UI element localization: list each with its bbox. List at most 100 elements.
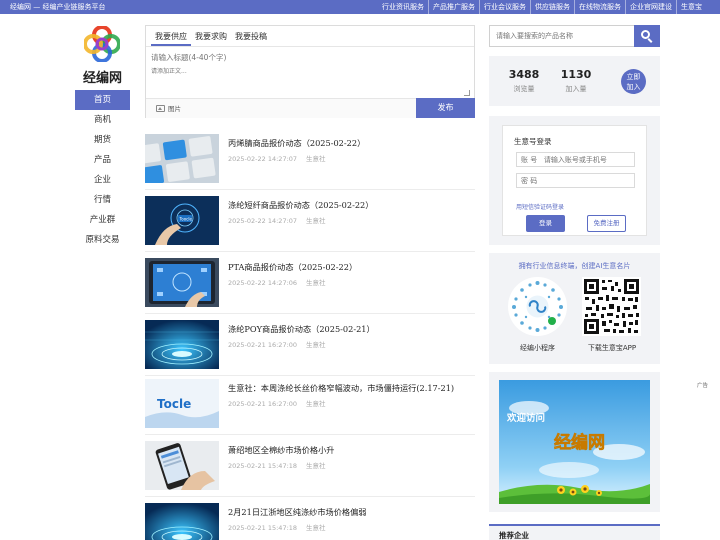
login-panel: 生意号登录 用短信验证码登录 登录 免费注册 [489, 116, 660, 245]
app-qr-code-icon [582, 277, 641, 336]
recommended-title: 推荐企业 [499, 531, 529, 540]
thumb-text: Tocle [157, 397, 191, 411]
news-thumbnail[interactable] [145, 320, 219, 369]
tab-purchase[interactable]: 我要求购 [191, 26, 231, 46]
news-thumbnail[interactable]: Toocle [145, 196, 219, 245]
news-meta: 2025-02-21 15:47:18 生意社 [228, 522, 326, 532]
news-title[interactable]: PTA商品报价动态（2025-02-22） [228, 261, 357, 273]
resize-grip-icon[interactable] [464, 90, 470, 96]
news-date: 2025-02-22 14:27:07 [228, 217, 298, 225]
news-thumbnail[interactable] [145, 441, 219, 490]
phone-in-hand-image-icon [145, 441, 219, 490]
keyboard-image-icon [145, 134, 219, 183]
top-bar: 经编网 — 经编产业链服务平台 行业资讯服务 产品推广服务 行业会议服务 供应链… [0, 0, 720, 14]
news-meta: 2025-02-21 16:27:00 生意社 [228, 398, 326, 408]
news-item[interactable]: 涤纶POY商品报价动态（2025-02-21） 2025-02-21 16:27… [145, 320, 475, 376]
top-link-industry-news[interactable]: 行业资讯服务 [378, 0, 428, 14]
sms-login-link[interactable]: 用短信验证码登录 [516, 202, 564, 211]
toocle-image-icon: Tocle [145, 379, 219, 428]
news-title[interactable]: 萧绍地区全棉纱市场价格小升 [228, 444, 334, 456]
news-item[interactable]: 萧绍地区全棉纱市场价格小升 2025-02-21 15:47:18 生意社 [145, 441, 475, 497]
news-date: 2025-02-21 15:47:18 [228, 462, 298, 470]
top-link-shengyibao[interactable]: 生意宝 [676, 0, 706, 14]
joined-label: 加入量 [565, 85, 587, 93]
news-thumbnail[interactable] [145, 503, 219, 540]
news-item[interactable]: 2月21日江浙地区纯涤纱市场价格偏弱 2025-02-21 15:47:18 生意… [145, 503, 475, 540]
news-source: 生意社 [306, 155, 326, 163]
nav-item-raw-material[interactable]: 原料交易 [75, 230, 130, 250]
welcome-banner-image-icon: 欢迎访问 经编网 [499, 380, 650, 504]
ad-welcome-text: 欢迎访问 [506, 412, 545, 424]
top-link-logistics[interactable]: 在线物流服务 [574, 0, 625, 14]
top-link-product-promo[interactable]: 产品推广服务 [428, 0, 479, 14]
post-content-textarea[interactable] [151, 66, 469, 96]
join-now-button[interactable]: 立即 加入 [621, 69, 646, 94]
tab-contribute[interactable]: 我要投稿 [231, 26, 271, 46]
post-title-input[interactable] [151, 51, 451, 63]
nav-item-companies[interactable]: 企业 [75, 170, 130, 190]
publish-button[interactable]: 发布 [416, 98, 475, 118]
tablet-image-icon [145, 258, 219, 307]
join-line2: 加入 [626, 82, 641, 91]
news-title[interactable]: 2月21日江浙地区纯涤纱市场价格偏弱 [228, 506, 366, 518]
thumb-text: Toocle [179, 217, 193, 222]
news-title[interactable]: 涤纶POY商品报价动态（2025-02-21） [228, 323, 375, 335]
top-link-conference[interactable]: 行业会议服务 [479, 0, 530, 14]
news-date: 2025-02-21 16:27:00 [228, 400, 298, 408]
left-nav: 首页 商机 期货 产品 企业 行情 产业群 原料交易 [75, 90, 130, 250]
news-source: 生意社 [306, 279, 326, 287]
news-thumbnail[interactable] [145, 134, 219, 183]
news-item[interactable]: Tocle 生意社：本周涤纶长丝价格窄幅波动，市场僵持运行(2.17-21) 2… [145, 379, 475, 435]
recommended-companies: 推荐企业 [489, 524, 660, 540]
product-search [489, 25, 660, 47]
news-source: 生意社 [306, 400, 326, 408]
news-thumbnail[interactable]: Tocle [145, 379, 219, 428]
news-date: 2025-02-21 15:47:18 [228, 524, 298, 532]
tab-supply[interactable]: 我要供应 [151, 26, 191, 46]
news-source: 生意社 [306, 462, 326, 470]
search-input[interactable] [496, 30, 632, 42]
news-source: 生意社 [306, 524, 326, 532]
login-button[interactable]: 登录 [526, 215, 565, 232]
joined-count: 1130 [560, 68, 592, 81]
account-input[interactable] [516, 152, 635, 167]
site-logo-icon[interactable] [84, 26, 120, 62]
image-icon [156, 104, 165, 112]
stats-panel: 3488 浏览量 1130 加入量 立即 加入 [489, 56, 660, 106]
login-form: 生意号登录 用短信验证码登录 登录 免费注册 [502, 125, 647, 236]
password-input[interactable] [516, 173, 635, 188]
news-source: 生意社 [306, 217, 326, 225]
add-image-button[interactable]: 图片 [156, 103, 181, 113]
news-item[interactable]: PTA商品报价动态（2025-02-22） 2025-02-22 14:27:0… [145, 258, 475, 314]
tech-grid-image-icon [145, 503, 219, 540]
nav-item-products[interactable]: 产品 [75, 150, 130, 170]
stat-joined: 1130 加入量 [551, 68, 601, 94]
ad-tag: 广告 [694, 381, 710, 389]
ad-brand-text: 经编网 [554, 432, 605, 453]
news-title[interactable]: 涤纶短纤商品报价动态（2025-02-22） [228, 199, 373, 211]
news-item[interactable]: Toocle 涤纶短纤商品报价动态（2025-02-22） 2025-02-22… [145, 196, 475, 252]
nav-item-industry-cluster[interactable]: 产业群 [75, 210, 130, 230]
news-date: 2025-02-22 14:27:06 [228, 279, 298, 287]
news-thumbnail[interactable] [145, 258, 219, 307]
app-tip[interactable]: 拥有行业信息终端，创建AI生意名片 [489, 261, 660, 271]
views-count: 3488 [508, 68, 540, 81]
news-item[interactable]: 丙烯腈商品报价动态（2025-02-22） 2025-02-22 14:27:0… [145, 134, 475, 190]
nav-item-market[interactable]: 行情 [75, 190, 130, 210]
ad-banner[interactable]: 欢迎访问 经编网 [499, 380, 650, 504]
register-button[interactable]: 免费注册 [587, 215, 626, 232]
nav-item-home[interactable]: 首页 [75, 90, 130, 110]
nav-item-opportunities[interactable]: 商机 [75, 110, 130, 130]
app-download-label: 下载生意宝APP [587, 344, 637, 352]
join-line1: 立即 [626, 72, 641, 81]
tech-grid-image-icon [145, 320, 219, 369]
news-meta: 2025-02-21 15:47:18 生意社 [228, 460, 326, 470]
touch-screen-image-icon: Toocle [145, 196, 219, 245]
nav-item-futures[interactable]: 期货 [75, 130, 130, 150]
top-link-website-build[interactable]: 企业官网建设 [625, 0, 676, 14]
search-button[interactable] [634, 25, 660, 47]
brand-name: 经编网 [82, 71, 122, 86]
news-title[interactable]: 生意社：本周涤纶长丝价格窄幅波动，市场僵持运行(2.17-21) [228, 382, 454, 394]
news-title[interactable]: 丙烯腈商品报价动态（2025-02-22） [228, 137, 365, 149]
top-link-supply-chain[interactable]: 供应链服务 [530, 0, 574, 14]
